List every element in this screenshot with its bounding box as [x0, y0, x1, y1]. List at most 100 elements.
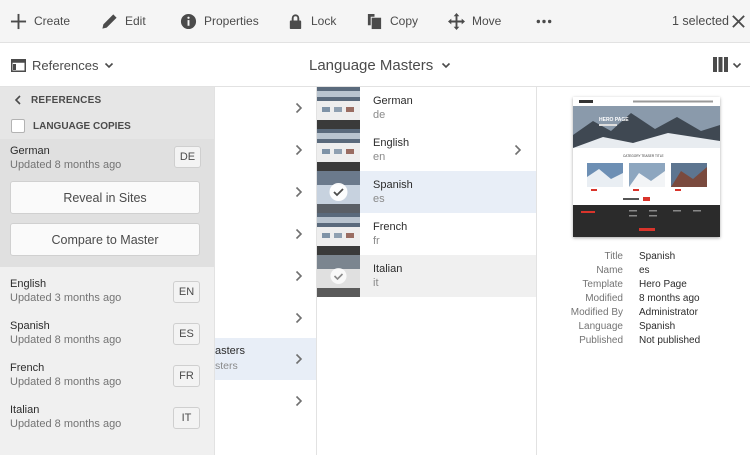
column-row[interactable]: [215, 297, 316, 339]
page-thumbnail: [317, 213, 360, 255]
column-item-french[interactable]: French fr: [317, 213, 536, 255]
item-name: Italian: [373, 263, 403, 275]
lock-icon: [289, 13, 302, 29]
references-back[interactable]: REFERENCES: [0, 87, 214, 113]
item-subtitle: fr: [373, 235, 380, 247]
language-code-badge: DE: [174, 146, 201, 168]
language-item-spanish[interactable]: Spanish Updated 8 months ago ES: [0, 313, 214, 355]
item-subtitle: es: [373, 193, 385, 205]
meta-modified-by: Modified By Administrator: [537, 307, 750, 321]
rail-toggle[interactable]: References: [11, 43, 120, 87]
column-row[interactable]: [215, 213, 316, 255]
chevron-down-icon: [442, 62, 451, 69]
rail-icon: [11, 58, 26, 72]
copy-button[interactable]: Copy: [366, 0, 418, 43]
language-copies-header[interactable]: LANGUAGE COPIES: [0, 113, 214, 139]
meta-value: Spanish: [639, 251, 676, 262]
edit-button[interactable]: Edit: [101, 0, 146, 43]
page-title[interactable]: Language Masters: [309, 43, 451, 87]
meta-value: Spanish: [639, 321, 676, 332]
column-row[interactable]: [215, 380, 316, 422]
language-item-italian[interactable]: Italian Updated 8 months ago IT: [0, 397, 214, 439]
info-icon: [180, 13, 197, 29]
meta-modified: Modified 8 months ago: [537, 293, 750, 307]
preview-metadata: Title Spanish Name es Template Hero Page Mo…: [537, 251, 750, 349]
column-row[interactable]: [215, 129, 316, 171]
move-icon: [448, 12, 465, 30]
chevron-left-icon: [14, 95, 21, 105]
selection-count: 1 selected: [672, 14, 729, 28]
language-copies-label: LANGUAGE COPIES: [33, 120, 131, 132]
chevron-right-icon: [295, 353, 303, 365]
language-copies-list: English Updated 3 months ago EN Spanish …: [0, 267, 214, 439]
language-item-french[interactable]: French Updated 8 months ago FR: [0, 355, 214, 397]
pencil-icon: [102, 13, 117, 29]
move-button[interactable]: Move: [448, 0, 501, 43]
create-button[interactable]: Create: [10, 0, 70, 43]
language-code-badge: FR: [173, 365, 200, 387]
page-title-text: Language Masters: [309, 56, 434, 74]
column-item-english[interactable]: English en: [317, 129, 536, 171]
column-row[interactable]: [215, 87, 316, 129]
meta-key: Title: [604, 251, 623, 262]
language-code-badge: IT: [173, 407, 200, 429]
lock-button[interactable]: Lock: [287, 0, 336, 43]
properties-button[interactable]: Properties: [180, 0, 259, 43]
item-name: German: [373, 95, 413, 107]
item-subtitle: en: [373, 151, 386, 163]
chevron-right-icon: [295, 395, 303, 407]
meta-value: Administrator: [639, 307, 698, 318]
meta-value: 8 months ago: [639, 293, 700, 304]
meta-key: Modified By: [570, 307, 623, 318]
edit-label: Edit: [125, 14, 146, 28]
meta-key: Language: [578, 321, 624, 332]
meta-published: Published Not published: [537, 335, 750, 349]
active-language-copy: German Updated 8 months ago DE Reveal in…: [0, 139, 214, 267]
meta-value: Hero Page: [639, 279, 687, 290]
references-rail: REFERENCES LANGUAGE COPIES German Update…: [0, 87, 215, 455]
chevron-right-icon: [295, 312, 303, 324]
move-label: Move: [472, 14, 502, 28]
references-heading: REFERENCES: [31, 94, 102, 106]
reveal-in-sites-button[interactable]: Reveal in Sites: [10, 181, 200, 214]
compare-to-master-button[interactable]: Compare to Master: [10, 223, 200, 256]
chevron-right-icon: [295, 144, 303, 156]
action-bar: Create Edit Properties Lock Copy Move 1 …: [0, 0, 750, 43]
column-item-german[interactable]: German de: [317, 87, 536, 129]
chevron-right-icon: [295, 228, 303, 240]
preview-section-text: CATEGORY TEASER TITLE: [623, 154, 664, 158]
column-item-italian[interactable]: Italian it: [317, 255, 536, 297]
column-item-spanish[interactable]: Spanish es: [317, 171, 536, 213]
close-icon[interactable]: [731, 14, 746, 29]
language-copies-checkbox[interactable]: [11, 119, 25, 133]
page-thumbnail: [317, 171, 360, 213]
preview-hero-text: HERO PAGE: [599, 117, 629, 123]
view-switcher[interactable]: [713, 57, 742, 72]
meta-value: es: [639, 265, 650, 276]
language-code-badge: EN: [173, 281, 200, 303]
page-thumbnail: [317, 255, 360, 297]
item-name: Spanish: [373, 179, 413, 191]
more-actions-button[interactable]: [535, 0, 560, 43]
rail-toggle-label: References: [32, 57, 99, 73]
lock-label: Lock: [311, 14, 337, 28]
preview-panel: HERO PAGE CATEGORY TEASER TITLE Title Sp…: [537, 87, 750, 455]
column-row[interactable]: [215, 255, 316, 297]
meta-title: Title Spanish: [537, 251, 750, 265]
column-row-title: asters: [215, 345, 245, 357]
parent-column: asters sters: [215, 87, 317, 455]
language-item-german[interactable]: German Updated 8 months ago DE: [10, 143, 203, 177]
column-row-selected[interactable]: asters sters: [215, 338, 316, 380]
column-row[interactable]: [215, 171, 316, 213]
language-code-badge: ES: [173, 323, 200, 345]
meta-key: Published: [579, 335, 623, 346]
meta-key: Modified: [585, 293, 623, 304]
copy-icon: [367, 13, 382, 29]
chevron-right-icon: [295, 102, 303, 114]
item-name: French: [373, 221, 408, 233]
chevron-down-icon: [105, 62, 114, 69]
language-item-english[interactable]: English Updated 3 months ago EN: [0, 271, 214, 313]
chevron-down-icon: [732, 62, 742, 68]
view-header: References Language Masters: [0, 43, 750, 87]
item-subtitle: it: [373, 277, 379, 289]
